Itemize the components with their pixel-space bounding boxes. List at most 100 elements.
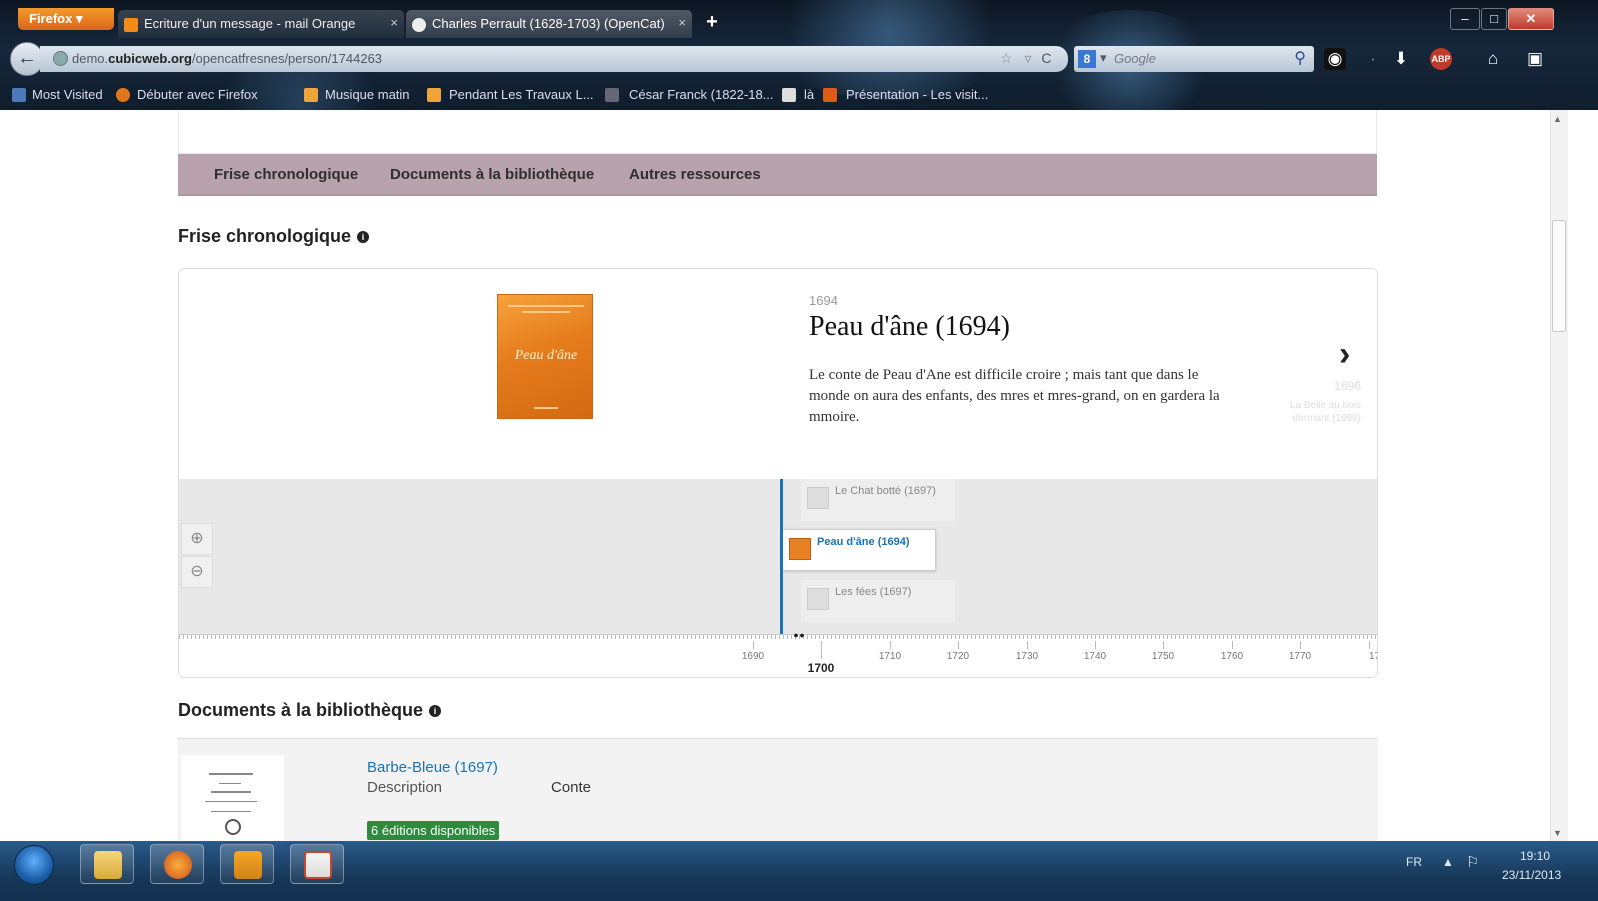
- next-arrow-icon[interactable]: ›: [1339, 337, 1350, 371]
- firefox-menu-label: Firefox: [29, 11, 73, 26]
- tab-opencat[interactable]: Charles Perrault (1628-1703) (OpenCat) ×: [406, 10, 692, 38]
- menu-dot-icon[interactable]: ·: [1362, 48, 1384, 70]
- clock-date[interactable]: 23/11/2013: [1502, 868, 1561, 882]
- reload-icon[interactable]: C: [1041, 50, 1051, 66]
- close-icon[interactable]: ×: [678, 15, 686, 30]
- timeline-flag[interactable]: Les fées (1697): [801, 580, 955, 622]
- adblock-icon[interactable]: ABP: [1430, 48, 1452, 70]
- axis-label: 1770: [1288, 651, 1312, 662]
- flag-thumbnail: [807, 487, 829, 509]
- toolbar-menu-icon[interactable]: ▣: [1524, 48, 1546, 70]
- taskbar-presentation[interactable]: [290, 844, 344, 884]
- axis-tick: [958, 641, 959, 649]
- zoom-out-icon[interactable]: ⊖: [181, 556, 213, 588]
- windows-taskbar: FR ▲ ⚐ 19:10 23/11/2013: [0, 841, 1598, 901]
- bookmark-pendant-travaux[interactable]: Pendant Les Travaux L...: [449, 87, 594, 102]
- system-tray: FR ▲ ⚐ 19:10 23/11/2013: [1368, 841, 1598, 901]
- tab-orange-mail[interactable]: Ecriture d'un message - mail Orange ×: [118, 10, 404, 38]
- search-icon[interactable]: ⚲: [1294, 48, 1306, 68]
- page-icon: [782, 88, 796, 102]
- taskbar-explorer[interactable]: [80, 844, 134, 884]
- timeline-slide: Peau d'âne 1694 Peau d'âne (1694) Le con…: [179, 269, 1377, 479]
- opencat-icon: [412, 18, 426, 32]
- clock-time[interactable]: 19:10: [1520, 849, 1550, 863]
- site-identity-icon[interactable]: [53, 51, 68, 66]
- close-icon[interactable]: ×: [390, 15, 398, 30]
- document-description-label: Description: [367, 779, 443, 796]
- axis-label: 1710: [878, 651, 902, 662]
- presentation-icon: [304, 851, 332, 879]
- timeline-flag[interactable]: Le Chat botté (1697): [801, 479, 955, 521]
- timeline-flag-active[interactable]: Peau d'âne (1694): [782, 529, 936, 571]
- music-icon: [605, 88, 619, 102]
- bookmark-star-icon[interactable]: ☆: [1000, 50, 1013, 66]
- flag-label: Peau d'âne (1694): [817, 536, 910, 548]
- url-bar[interactable]: demo.cubicweb.org/opencatfresnes/person/…: [40, 46, 1068, 72]
- bookmark-la[interactable]: là: [804, 87, 814, 102]
- timeline-axis[interactable]: 1690 1700 1710 1720 1730 1740 1750 1760 …: [179, 633, 1377, 677]
- folder-icon: [94, 851, 122, 879]
- presentation-icon: [823, 88, 837, 102]
- close-window-button[interactable]: ✕: [1508, 8, 1554, 30]
- home-icon[interactable]: ⌂: [1482, 48, 1504, 70]
- taskbar-media-player[interactable]: [220, 844, 274, 884]
- new-tab-button[interactable]: +: [700, 11, 724, 35]
- firefox-icon: [164, 851, 192, 879]
- bookmarks-toolbar: Most Visited Débuter avec Firefox Musiqu…: [0, 84, 1100, 106]
- language-indicator[interactable]: FR: [1406, 855, 1422, 869]
- nav-frise-chronologique[interactable]: Frise chronologique: [214, 166, 358, 183]
- info-icon[interactable]: i: [357, 231, 370, 244]
- zoom-in-icon[interactable]: ⊕: [181, 523, 213, 555]
- next-event-title[interactable]: La Belle au bois dormant (1696): [1269, 399, 1361, 425]
- most-visited-icon: [12, 88, 26, 102]
- documents-heading-text: Documents à la bibliothèque: [178, 700, 424, 720]
- search-bar[interactable]: 8 ▾ Google ⚲: [1074, 46, 1314, 72]
- taskbar-firefox[interactable]: [150, 844, 204, 884]
- bookmark-debuter-firefox[interactable]: Débuter avec Firefox: [137, 87, 258, 102]
- axis-label: 1760: [1220, 651, 1244, 662]
- editions-badge[interactable]: 6 éditions disponibles: [367, 821, 500, 840]
- maximize-button[interactable]: □: [1481, 8, 1507, 30]
- start-button[interactable]: [14, 845, 54, 885]
- tab-label: Charles Perrault (1628-1703) (OpenCat): [432, 16, 665, 31]
- url-prefix: demo.: [72, 51, 109, 66]
- nav-autres-ressources[interactable]: Autres ressources: [629, 166, 761, 183]
- bookmark-cesar-franck[interactable]: César Franck (1822-18...: [629, 87, 774, 102]
- scroll-down-icon[interactable]: ▼: [1553, 828, 1562, 838]
- axis-tick: [1232, 641, 1233, 649]
- search-placeholder: Google: [1114, 51, 1156, 66]
- google-icon[interactable]: 8: [1078, 50, 1096, 68]
- cover-emblem: [225, 819, 241, 835]
- cover-decoration: [522, 311, 570, 313]
- page-viewport: Frise chronologique Documents à la bibli…: [0, 110, 1550, 841]
- bookmark-musique-matin[interactable]: Musique matin: [325, 87, 410, 102]
- engine-dropdown-icon[interactable]: ▾: [1100, 50, 1107, 66]
- back-button[interactable]: ←: [10, 42, 44, 76]
- minor-ticks: [179, 635, 1377, 639]
- axis-label: 1720: [946, 651, 970, 662]
- document-title-link[interactable]: Barbe-Bleue (1697): [367, 759, 498, 776]
- download-icon[interactable]: ⬇: [1390, 48, 1412, 70]
- scroll-up-icon[interactable]: ▲: [1553, 114, 1562, 124]
- axis-label: 178: [1369, 651, 1377, 662]
- axis-label: 1740: [1083, 651, 1107, 662]
- flag-label: Les fées (1697): [835, 586, 912, 598]
- document-cover-image[interactable]: [181, 755, 284, 841]
- nav-documents-bibliotheque[interactable]: Documents à la bibliothèque: [390, 166, 594, 183]
- axis-label-major: 1700: [807, 661, 835, 675]
- action-center-flag-icon[interactable]: ⚐: [1466, 853, 1479, 871]
- next-event-year[interactable]: 1696: [1259, 379, 1361, 393]
- scrollbar-thumb[interactable]: [1552, 220, 1566, 332]
- firefox-menu-button[interactable]: Firefox ▾: [18, 8, 114, 30]
- bookmark-most-visited[interactable]: Most Visited: [32, 87, 103, 102]
- dropdown-icon[interactable]: ▿: [1024, 50, 1031, 66]
- cover-text-line: [209, 773, 253, 775]
- info-icon[interactable]: i: [429, 705, 442, 718]
- addon-icon[interactable]: ◉: [1324, 48, 1346, 70]
- axis-tick: [1300, 641, 1301, 649]
- event-title: Peau d'âne (1694): [809, 311, 1010, 342]
- tray-expand-icon[interactable]: ▲: [1442, 855, 1454, 869]
- bookmark-presentation[interactable]: Présentation - Les visit...: [846, 87, 988, 102]
- minimize-button[interactable]: –: [1450, 8, 1480, 30]
- cover-decoration: [508, 305, 584, 307]
